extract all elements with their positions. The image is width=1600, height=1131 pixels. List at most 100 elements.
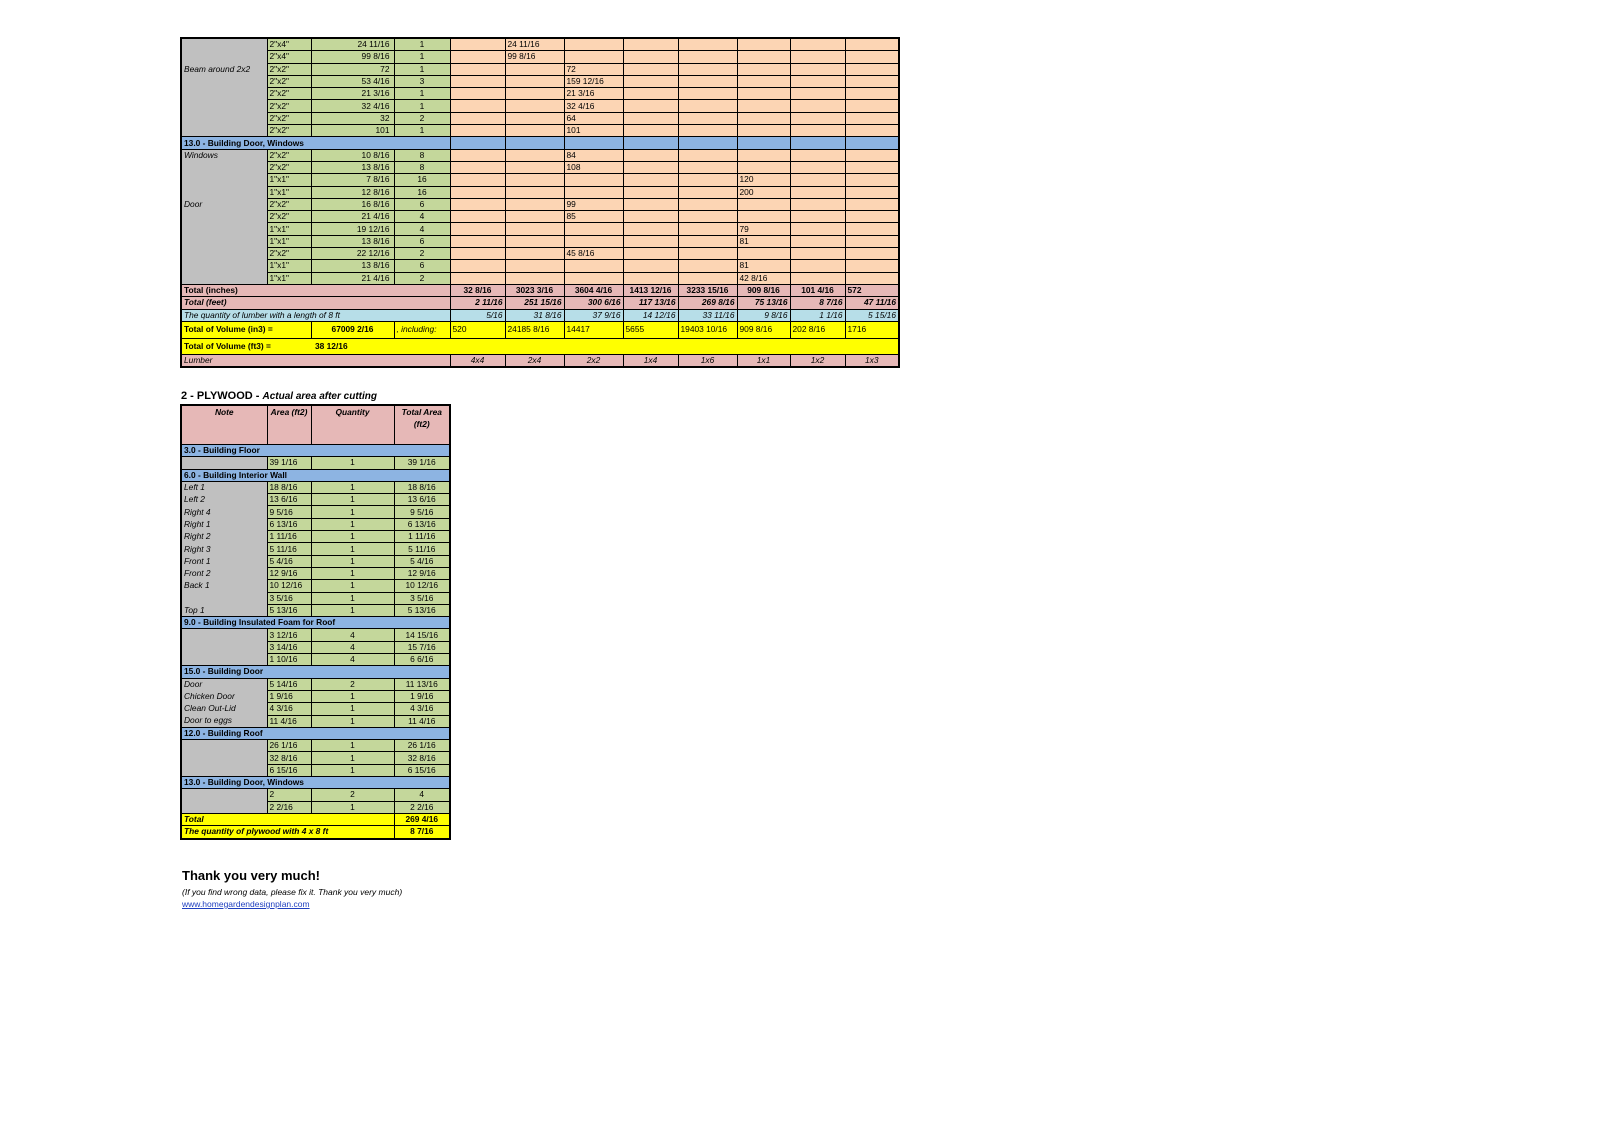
- volume-including-label: , including:: [393, 320, 451, 339]
- lumber-cell-2x2: [563, 222, 624, 236]
- plywood-quantity: 1: [310, 763, 395, 778]
- lumber-quantity: 6: [393, 197, 451, 212]
- lumber-cell-4x4: [449, 173, 506, 187]
- quantity-8ft-1x3: 5 15/16: [844, 308, 900, 322]
- lumber-cell-4x4: [449, 222, 506, 236]
- plywood-row: 3 5/16 1 3 5/16: [180, 591, 451, 605]
- lumber-length: 99 8/16: [310, 50, 395, 64]
- lumber-cell-2x4: [504, 210, 565, 224]
- plywood-total-area: 9 5/16: [393, 505, 451, 519]
- plywood-total-area: 6 6/16: [393, 653, 451, 667]
- plywood-note: Right 1: [180, 518, 268, 531]
- total-feet-2x4: 251 15/16: [504, 296, 565, 310]
- plywood-area: 1 10/16: [266, 653, 312, 667]
- lumber-cell-1x6: [677, 74, 738, 89]
- lumber-row: 2"x2" 53 4/16 3 159 12/16: [180, 74, 900, 89]
- lumber-note: [180, 124, 268, 137]
- total-inches-1x2: 101 4/16: [789, 283, 846, 298]
- lumber-size: 1"x1": [266, 185, 312, 199]
- plywood-area: 13 6/16: [266, 493, 312, 507]
- lumber-cell-1x4: [622, 234, 679, 249]
- lumber-cell-2x2: 72: [563, 62, 624, 76]
- correction-note: (If you find wrong data, please fix it. …: [182, 887, 403, 897]
- plywood-row: Right 16 13/16 1 6 13/16: [180, 517, 451, 532]
- plywood-note: Door: [180, 678, 268, 691]
- lumber-cell-2x2: [563, 173, 624, 187]
- lumber-cell-1x1: 200: [736, 185, 791, 199]
- volume-in3-1x6: 19403 10/16: [677, 320, 738, 339]
- plywood-quantity: 1: [310, 579, 395, 593]
- plywood-quantity: 2: [310, 788, 395, 802]
- lumber-cell-1x6: [677, 197, 738, 212]
- plywood-total-area: 10 12/16: [393, 579, 451, 593]
- plywood-total-area: 1 9/16: [393, 689, 451, 704]
- lumber-type-2x2: 2x2: [563, 353, 624, 368]
- lumber-cell-1x4: [622, 124, 679, 138]
- lumber-cell-1x4: [622, 271, 679, 285]
- lumber-note: Beam around 2x2: [180, 63, 268, 76]
- plywood-row: 3 14/16 4 15 7/16: [180, 640, 451, 655]
- plywood-area: 2 2/16: [266, 800, 312, 814]
- plywood-header-total: Total Area (ft2): [393, 404, 451, 445]
- plywood-row: Chicken Door 1 9/16 1 1 9/16: [180, 689, 451, 704]
- lumber-cell-1x3: [844, 210, 900, 224]
- lumber-note: [180, 222, 268, 236]
- lumber-cell-4x4: [449, 247, 506, 261]
- lumber-cell-1x1: 81: [736, 234, 791, 249]
- total-inches-1x1: 909 8/16: [736, 283, 791, 298]
- lumber-cell-1x4: [622, 185, 679, 199]
- lumber-length: 10 8/16: [310, 148, 395, 162]
- lumber-size: 2"x4": [266, 50, 312, 64]
- lumber-cell-1x3: [844, 62, 900, 76]
- quantity-8ft-1x1: 9 8/16: [736, 308, 791, 322]
- lumber-cell-1x3: [844, 50, 900, 64]
- plywood-total-area: 39 1/16: [393, 456, 451, 470]
- lumber-cell-2x2: 84: [563, 148, 624, 162]
- plywood-row: 2 2/16 1 2 2/16: [180, 800, 451, 814]
- lumber-quantity: 8: [393, 148, 451, 162]
- lumber-cell-2x2: [563, 185, 624, 199]
- lumber-cell-2x4: [504, 124, 565, 138]
- volume-in3-2x2: 14417: [563, 320, 624, 339]
- lumber-cell-1x2: [789, 74, 846, 89]
- total-feet-1x6: 269 8/16: [677, 296, 738, 310]
- lumber-size: 2"x2": [266, 74, 312, 89]
- lumber-size: 2"x2": [266, 210, 312, 224]
- plywood-quantity: 1: [310, 566, 395, 581]
- plywood-total-area: 5 11/16: [393, 542, 451, 556]
- plywood-row: Left 1 18 8/16 1 18 8/16: [180, 480, 451, 495]
- lumber-cell-1x2: [789, 124, 846, 138]
- lumber-cell-4x4: [449, 50, 506, 64]
- lumber-note: [180, 112, 268, 125]
- plywood-title: 2 - PLYWOOD - Actual area after cutting: [181, 390, 377, 402]
- plywood-total-area: 13 6/16: [393, 493, 451, 507]
- volume-in3-1x3: 1716: [844, 320, 900, 339]
- lumber-cell-2x4: [504, 99, 565, 113]
- lumber-quantity: 2: [393, 247, 451, 261]
- lumber-cell-2x4: 24 11/16: [504, 37, 565, 52]
- lumber-size: 2"x4": [266, 37, 312, 52]
- total-inches-1x6: 3233 15/16: [677, 283, 738, 298]
- plywood-row: Right 35 11/16 1 5 11/16: [180, 542, 451, 556]
- total-inches-1x4: 1413 12/16: [622, 283, 679, 298]
- lumber-cell-2x4: [504, 62, 565, 76]
- lumber-cell-2x2: 108: [563, 160, 624, 175]
- lumber-cell-1x6: [677, 50, 738, 64]
- lumber-length: 12 8/16: [310, 185, 395, 199]
- plywood-total-label: Total: [180, 812, 395, 827]
- lumber-length: 22 12/16: [310, 247, 395, 261]
- lumber-cell-1x1: [736, 160, 791, 175]
- volume-in3-4x4: 520: [449, 320, 506, 339]
- website-link[interactable]: www.homegardendesignplan.com: [182, 899, 310, 909]
- lumber-cell-1x1: 42 8/16: [736, 271, 791, 285]
- lumber-cell-1x1: [736, 124, 791, 138]
- lumber-cell-2x4: [504, 197, 565, 212]
- lumber-cell-1x1: [736, 37, 791, 52]
- plywood-note: [180, 739, 268, 752]
- lumber-length: 13 8/16: [310, 234, 395, 249]
- plywood-header-area: Area (ft2): [266, 404, 312, 445]
- plywood-total-area: 11 4/16: [393, 714, 451, 728]
- section-header-label: 13.0 - Building Door, Windows: [180, 136, 451, 150]
- section-header-row: 13.0 - Building Door, Windows: [180, 136, 900, 150]
- plywood-note: Front 1: [180, 555, 268, 568]
